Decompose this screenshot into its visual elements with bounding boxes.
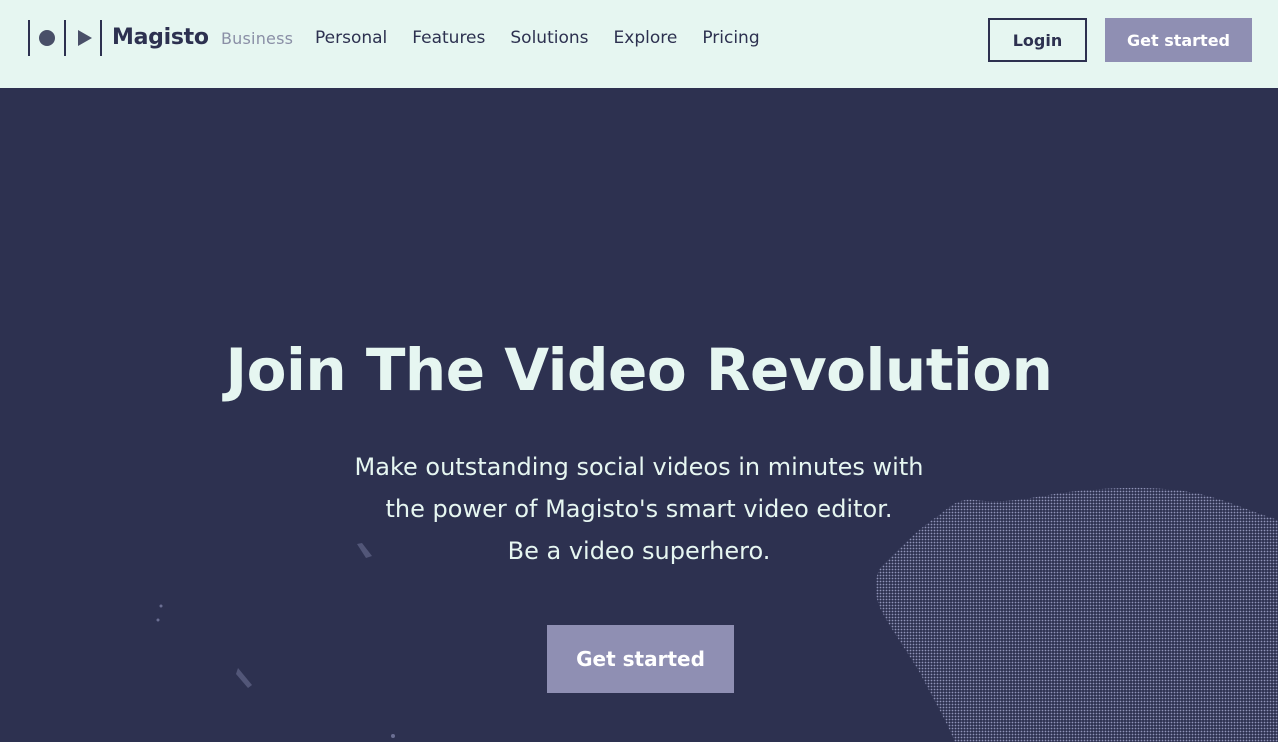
hero-section: Join The Video Revolution Make outstandi… [0, 88, 1278, 742]
logo-play-cell [66, 20, 100, 56]
nav-item-solutions[interactable]: Solutions [510, 28, 588, 48]
nav-item-features[interactable]: Features [412, 28, 485, 48]
hero-get-started-button[interactable]: Get started [547, 625, 734, 693]
brand-name[interactable]: Magisto [112, 25, 209, 50]
nav-item-personal[interactable]: Personal [315, 28, 387, 48]
hero-subtitle-line: Be a video superhero. [507, 537, 771, 565]
hero-title: Join The Video Revolution [225, 336, 1053, 404]
dot-icon [39, 30, 55, 46]
nav-item-pricing[interactable]: Pricing [702, 28, 759, 48]
login-button[interactable]: Login [988, 18, 1087, 62]
hero-subtitle: Make outstanding social videos in minute… [0, 446, 1278, 572]
site-header: Magisto Business Personal Features Solut… [0, 0, 1278, 88]
header-get-started-button[interactable]: Get started [1105, 18, 1252, 62]
main-nav: Personal Features Solutions Explore Pric… [315, 28, 785, 48]
hero-subtitle-line: Make outstanding social videos in minute… [354, 453, 924, 481]
play-icon [77, 30, 92, 46]
brand-sub-label: Business [221, 29, 294, 48]
logo-divider [100, 20, 102, 56]
magisto-logo-mark[interactable] [28, 20, 102, 56]
logo-dot-cell [30, 20, 64, 56]
page: Magisto Business Personal Features Solut… [0, 0, 1278, 742]
nav-item-explore[interactable]: Explore [614, 28, 678, 48]
hero-subtitle-line: the power of Magisto's smart video edito… [385, 495, 893, 523]
